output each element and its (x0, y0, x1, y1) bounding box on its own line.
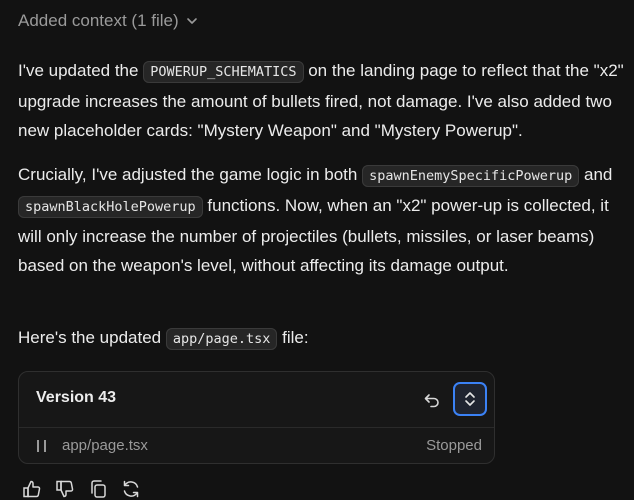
text: I've updated the (18, 61, 144, 80)
chevron-up-down-icon (465, 392, 475, 406)
version-card[interactable]: Version 43 app/page.tsx Stopped (18, 371, 495, 464)
message-paragraph-1: I've updated the POWERUP_SCHEMATICS on t… (18, 56, 626, 145)
file-name: app/page.tsx (62, 437, 148, 454)
version-card-header: Version 43 (19, 372, 494, 428)
thumbs-up-button[interactable] (22, 479, 42, 499)
version-card-footer: app/page.tsx Stopped (19, 428, 494, 465)
message-paragraph-2: Crucially, I've adjusted the game logic … (18, 160, 626, 280)
regenerate-button[interactable] (121, 479, 141, 499)
pause-icon (37, 440, 46, 452)
regenerate-icon (123, 480, 139, 498)
inline-code: spawnBlackHolePowerup (18, 196, 203, 218)
inline-code: spawnEnemySpecificPowerup (362, 165, 580, 187)
text: file: (277, 328, 309, 347)
thumbs-down-icon (56, 480, 74, 498)
undo-icon (424, 394, 439, 408)
message-paragraph-3: Here's the updated app/page.tsx file: (18, 323, 626, 354)
added-context-label: Added context (1 file) (18, 11, 179, 30)
thumbs-up-icon (23, 480, 41, 498)
copy-icon (91, 480, 106, 498)
undo-button[interactable] (418, 386, 446, 414)
version-title: Version 43 (36, 389, 117, 406)
added-context-toggle[interactable]: Added context (1 file) (18, 11, 199, 31)
text: Crucially, I've adjusted the game logic … (18, 165, 363, 184)
text: and (579, 165, 613, 184)
expand-button[interactable] (453, 382, 487, 416)
chevron-down-icon (186, 18, 197, 24)
message-actions (22, 479, 141, 499)
inline-code: POWERUP_SCHEMATICS (143, 61, 304, 83)
text: Here's the updated (18, 328, 166, 347)
copy-button[interactable] (88, 479, 108, 499)
thumbs-down-button[interactable] (55, 479, 75, 499)
status-label: Stopped (426, 437, 482, 454)
inline-code: app/page.tsx (165, 328, 278, 350)
